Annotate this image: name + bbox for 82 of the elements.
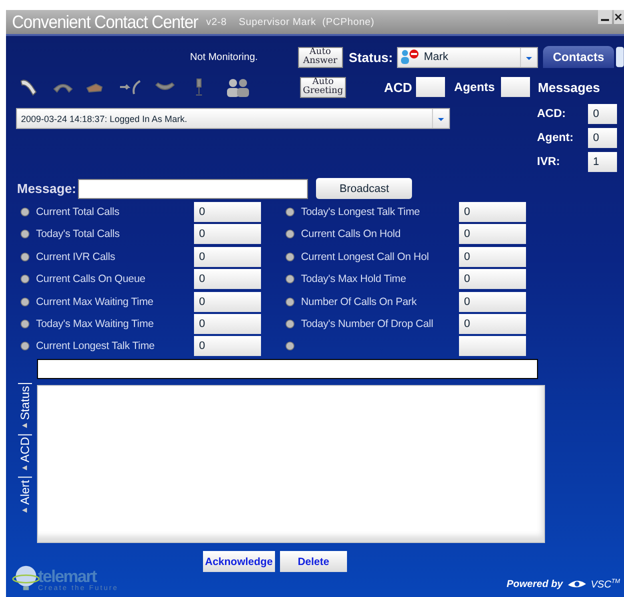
- stat-label: Number Of Calls On Park: [301, 296, 418, 308]
- stat-value-field: 0: [459, 202, 526, 222]
- bullet-icon: [285, 341, 295, 352]
- triangle-icon: [22, 507, 28, 512]
- stat-label: Current Longest Call On Hol: [301, 250, 430, 263]
- agents-field: [500, 77, 530, 97]
- triangle-icon: [22, 466, 28, 471]
- stat-label: Current IVR Calls: [36, 250, 116, 263]
- stat-value-field: 0: [459, 224, 526, 244]
- stat-label: Current Calls On Queue: [36, 273, 146, 286]
- bullet-icon: [285, 252, 295, 262]
- stat-label: Today's Max Waiting Time: [36, 318, 155, 330]
- acd-field: [416, 77, 446, 97]
- stat-label: Today's Total Calls: [36, 228, 121, 240]
- side-tab[interactable]: ACD: [18, 434, 32, 473]
- bullet-icon: [20, 252, 30, 262]
- counter-field: 1: [588, 152, 617, 172]
- bullet-icon: [20, 207, 30, 217]
- broadcast-button[interactable]: Broadcast: [316, 178, 412, 199]
- globe-icon: [12, 564, 40, 592]
- stat-value-field: 0: [194, 202, 261, 222]
- counter-field: 0: [588, 128, 617, 148]
- bullet-icon: [20, 274, 30, 284]
- window-title: Convenient Contact Center: [12, 12, 198, 32]
- bullet-icon: [285, 318, 295, 329]
- bullet-icon: [285, 274, 295, 284]
- stat-value-field: 0: [194, 224, 261, 244]
- stat-value-field: 0: [194, 314, 261, 334]
- stat-value-field: [459, 336, 526, 356]
- stat-value-field: 0: [459, 269, 526, 290]
- log-dropdown[interactable]: 2009-03-24 14:18:37: Logged In As Mark.: [16, 108, 450, 129]
- logo-text: telemart: [38, 569, 97, 586]
- stat-value-field: 0: [459, 314, 526, 334]
- message-field[interactable]: [78, 178, 308, 198]
- stat-label: Current Longest Talk Time: [36, 340, 156, 352]
- action-button[interactable]: Delete: [280, 551, 348, 572]
- triangle-icon: [22, 423, 28, 428]
- stat-value-field: 0: [194, 292, 261, 312]
- stat-label: Today's Number Of Drop Call: [301, 318, 434, 330]
- bullet-icon: [20, 229, 30, 240]
- eye-logo-icon: [566, 578, 587, 590]
- stat-label: Current Max Waiting Time: [36, 296, 154, 308]
- bullet-icon: [20, 318, 30, 329]
- status-dropdown[interactable]: Mark: [396, 46, 538, 68]
- message-label: Message:: [17, 181, 76, 196]
- stat-label: Today's Longest Talk Time: [301, 206, 421, 218]
- stat-value-field: 0: [194, 269, 261, 290]
- stat-label: Current Total Calls: [36, 206, 120, 218]
- agents-label: Agents: [454, 80, 495, 94]
- stat-label: Current Calls On Hold: [301, 228, 402, 240]
- tab-edge-icon[interactable]: [616, 44, 624, 70]
- stat-label: Today's Max Hold Time: [301, 273, 408, 286]
- auto-answer-button[interactable]: Auto Answer: [298, 46, 343, 68]
- counter-label: IVR:: [537, 156, 560, 168]
- counter-field: 0: [588, 104, 617, 124]
- side-tab[interactable]: Status: [18, 383, 32, 430]
- version-label: v2-8: [206, 16, 227, 28]
- counter-label: Agent:: [537, 132, 574, 144]
- stat-value-field: 0: [194, 336, 261, 356]
- person-icon: [400, 49, 420, 65]
- acd-label: ACD: [384, 80, 412, 94]
- bullet-icon: [285, 229, 295, 240]
- auto-greeting-button[interactable]: Auto Greeting: [300, 76, 346, 98]
- action-button[interactable]: Acknowledge: [203, 551, 275, 572]
- messages-title: Messages: [538, 80, 600, 94]
- bullet-icon: [285, 296, 295, 307]
- bullet-icon: [20, 341, 30, 352]
- stat-value-field: 0: [459, 246, 526, 267]
- bullet-icon: [285, 207, 295, 217]
- powered-by-label: Powered by: [506, 578, 563, 590]
- monitoring-status: Not Monitoring.: [190, 52, 259, 62]
- stat-value-field: 0: [459, 292, 526, 312]
- brand-label: VSC$^{TM}$: [590, 578, 620, 590]
- side-tab[interactable]: Alert: [18, 476, 32, 514]
- stat-value-field: 0: [194, 246, 261, 267]
- user-label: Supervisor Mark (PCPhone): [238, 16, 374, 28]
- counter-label: ACD:: [537, 108, 566, 120]
- bullet-icon: [20, 296, 30, 307]
- status-label: Status:: [348, 50, 393, 64]
- close-icon[interactable]: [614, 10, 624, 24]
- contacts-tab[interactable]: Contacts: [542, 46, 614, 68]
- minimize-icon[interactable]: [598, 10, 612, 24]
